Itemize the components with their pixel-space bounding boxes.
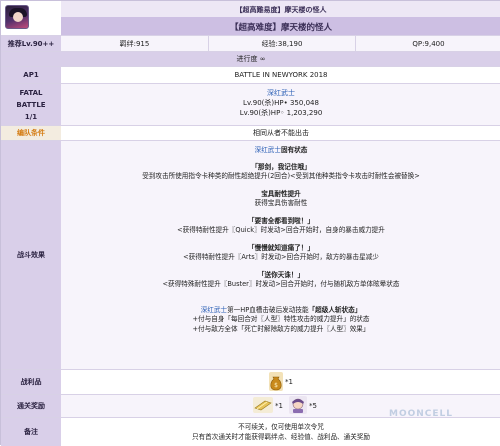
fatal-battle-row: FATAL BATTLE 1/1 深红武士 Lv.90(杀)HP• 350,04… [1,83,500,125]
quest-panel: 【超高難易度】摩天楼の怪人 【超高难度】摩天楼的怪人 推荐Lv.90++ 羁绊:… [0,0,500,446]
recommended-level: 推荐Lv.90++ [1,36,61,51]
bond-points: 羁绊:915 [119,39,150,48]
reward-qty-1: *1 [275,402,283,410]
notes-row: 备注 不可续关，仅可使用单次令咒 只有首次通关时才能获得羁绊点、经验值、战利品、… [1,417,500,446]
enemy-info: 深红武士 Lv.90(杀)HP• 350,048 Lv.90(杀)HP◦ 1,2… [61,88,500,118]
effect-5-title: 「送你天诛！」 [257,270,305,279]
formation-value: 相同从者不能出击 [253,129,309,137]
fatal-battle-label: FATAL BATTLE 1/1 [1,84,61,125]
coin-bag-icon: $ [269,371,283,393]
battle-effects-row: 战斗效果 深红武士固有状态 「那剑，我记住哦」 受到攻击所使用指令卡种类的耐性超… [1,140,500,369]
drop-qty: *1 [285,378,293,386]
qp-value: QP:9,400 [412,39,445,48]
effect-final-line2: +付与自身「每回合对〖人型〗特性攻击的威力提升」的状态 [192,315,370,323]
effect-final-enemy-link[interactable]: 深红武士 [201,306,227,314]
formation-row: 编队条件 相同从者不能出击 [1,125,500,140]
effect-3-title: 「要害全都看到啦！」 [248,216,314,225]
notes-line-2: 只有首次通关时才能获得羁绊点、经验值、战利品、通关奖励 [191,432,371,441]
drops-row: 战利品 $ *1 [1,369,500,394]
effect-2-title: 宝具耐性提升 [261,189,301,198]
effect-4-desc: <获得特耐性提升〖Arts〗时发动>回合开始时，敌方的暴击星减少 [183,253,379,261]
watermark: MOONCELL [389,409,454,419]
battle-effects-label: 战斗效果 [1,141,61,369]
battle-effects-content: 深红武士固有状态 「那剑，我记住哦」 受到攻击所使用指令卡种类的耐性超绝提升(2… [61,141,500,369]
reward-qty-2: *5 [308,402,317,410]
quest-title-cn: 【超高难度】摩天楼的怪人 [229,23,332,33]
effect-5-desc: <获得特殊耐性提升〖Buster〗时发动>回合开始时，付与随机敌方单体眩晕状态 [162,280,400,288]
ap-cost: AP1 [1,67,61,83]
notes-label: 备注 [1,418,61,446]
quest-header: 【超高難易度】摩天楼の怪人 【超高难度】摩天楼的怪人 [1,1,500,35]
effect-1-title: 「那剑，我记住哦」 [251,162,311,171]
enemy-hp-1: Lv.90(杀)HP• 350,048 [243,99,319,107]
drop-item[interactable]: $ *1 [269,370,329,394]
exp-value: 经验:38,190 [261,39,303,48]
enemy-name-link[interactable]: 深红武士 [61,88,500,98]
ap-row: AP1 BATTLE IN NEWYORK 2018 [1,66,500,83]
rewards-label: 通关奖励 [1,395,61,417]
golden-apple-icon[interactable] [253,397,273,415]
progress-row: 进行度 ∞ [1,51,500,66]
effect-3-desc: <获得特耐性提升〖Quick〗时发动>回合开始时，自身的暴击威力提升 [177,226,385,234]
drops-label: 战利品 [1,370,61,394]
effect-4-title: 「慢慢就知道痛了！」 [248,243,314,252]
quest-title-jp: 【超高難易度】摩天楼の怪人 [235,6,327,14]
effect-1-desc: 受到攻击所使用指令卡种类的耐性超绝提升(2回合)<受到其他种类指令卡攻击时耐性会… [142,172,420,180]
effect-enemy-link[interactable]: 深红武士 [255,146,281,154]
svg-text:$: $ [274,382,278,389]
summary-row: 推荐Lv.90++ 羁绊:915 经验:38,190 QP:9,400 [1,35,500,51]
saint-quartz-icon[interactable] [288,396,307,416]
enemy-hp-2: Lv.90(杀)HP◦ 1,203,290 [239,109,323,117]
battle-name: BATTLE IN NEWYORK 2018 [234,71,328,79]
effect-2-desc: 获得宝具伤害耐性 [254,199,308,207]
servant-avatar[interactable] [5,5,29,29]
formation-label: 编队条件 [1,126,61,140]
reward-items: *1 *5 [253,395,373,417]
effect-final-line3: +付与敌方全体「死亡时解除敌方的威力提升〖人型〗效果」 [192,324,370,333]
progress-value: 进行度 ∞ [236,55,266,63]
notes-content: 不可续关，仅可使用单次令咒 只有首次通关时才能获得羁绊点、经验值、战利品、通关奖… [61,418,500,446]
notes-line-1: 不可续关，仅可使用单次令咒 [238,423,324,431]
